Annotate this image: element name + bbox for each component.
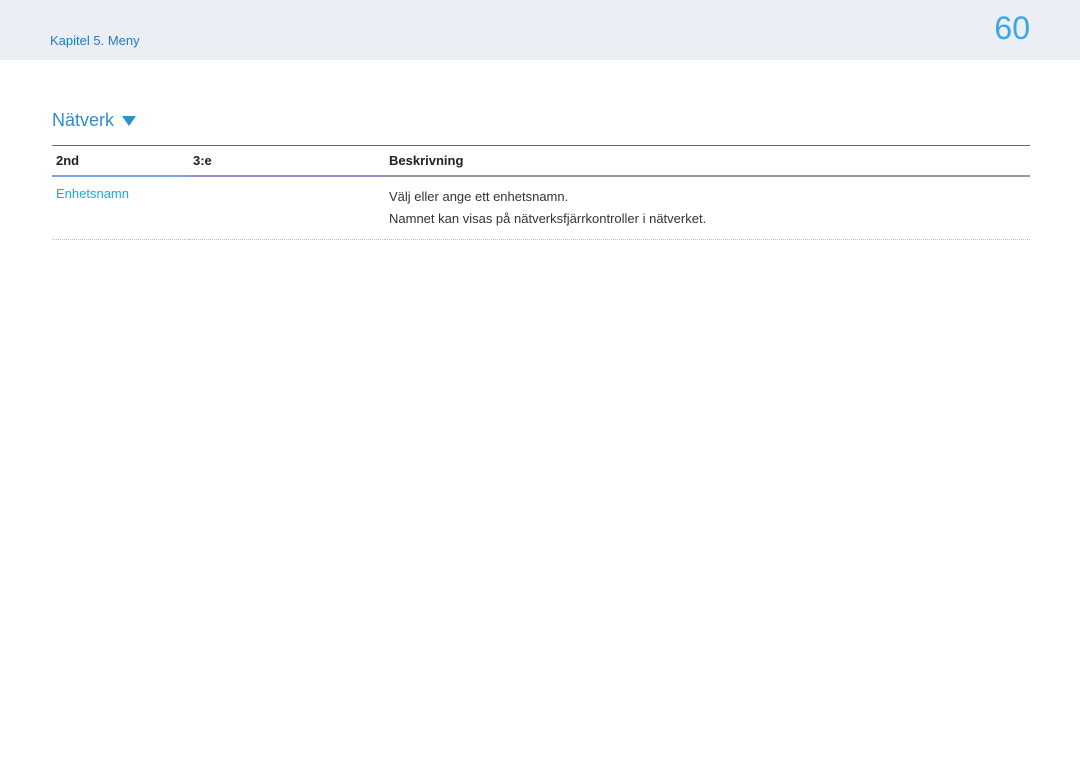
desc-line-1: Välj eller ange ett enhetsnamn. (389, 186, 1026, 208)
section-title-natverk[interactable]: Nätverk (52, 110, 136, 131)
section-title-label: Nätverk (52, 110, 114, 131)
cell-3e-empty (189, 176, 385, 240)
table-row: Enhetsnamn Välj eller ange ett enhetsnam… (52, 176, 1030, 240)
breadcrumb: Kapitel 5. Meny (50, 33, 140, 48)
table-header-beskrivning: Beskrivning (385, 146, 1030, 177)
cell-description: Välj eller ange ett enhetsnamn. Namnet k… (385, 176, 1030, 240)
desc-line-2: Namnet kan visas på nätverksfjärrkontrol… (389, 208, 1026, 230)
page-number: 60 (994, 2, 1030, 47)
dropdown-icon (122, 116, 136, 126)
page-content: Nätverk 2nd 3:e Beskrivning Enhetsnamn V… (0, 60, 1080, 240)
cell-enhetsnamn: Enhetsnamn (52, 176, 189, 240)
table-header-row: 2nd 3:e Beskrivning (52, 146, 1030, 177)
table-header-2nd: 2nd (52, 146, 189, 177)
page-header: Kapitel 5. Meny 60 (0, 0, 1080, 60)
table-header-3e: 3:e (189, 146, 385, 177)
settings-table: 2nd 3:e Beskrivning Enhetsnamn Välj elle… (52, 145, 1030, 240)
